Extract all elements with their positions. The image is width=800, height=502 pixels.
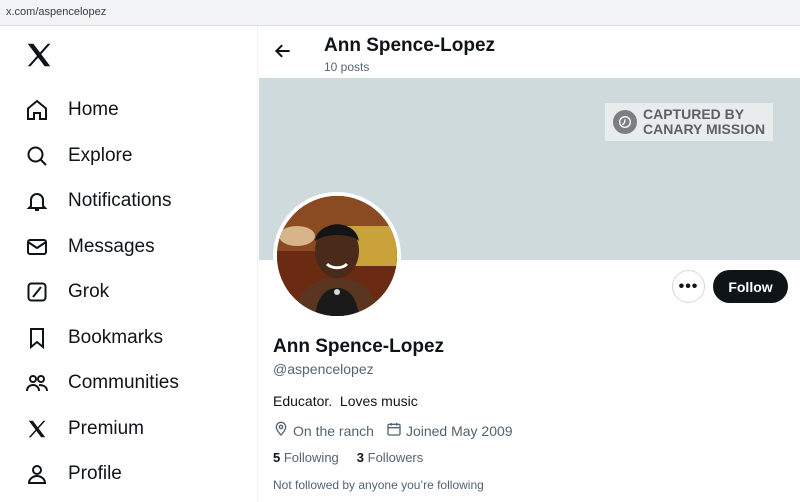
location-icon [273,421,289,440]
sidebar-item-label: Explore [68,145,133,166]
calendar-icon [386,421,402,440]
search-icon [24,143,50,169]
person-icon [24,461,50,487]
follow-counts: 5 Following 3 Followers [273,450,441,465]
sidebar-item-communities[interactable]: Communities [24,363,179,403]
post-count: 10 posts [324,60,370,74]
bell-icon [24,188,50,214]
profile-handle: @aspencelopez [273,361,374,377]
sidebar-item-label: Grok [68,281,110,302]
bookmark-icon [24,325,50,351]
profile-meta: On the ranch Joined May 2009 [273,421,525,440]
url-text[interactable]: x.com/aspencelopez [6,6,106,18]
profile-joined: Joined May 2009 [405,422,513,439]
people-icon [24,370,50,396]
browser-address-bar[interactable]: x.com/aspencelopez [0,0,800,26]
sidebar-item-profile[interactable]: Profile [24,454,122,494]
sidebar-item-label: Messages [68,236,155,257]
sidebar-item-grok[interactable]: Grok [24,272,109,312]
profile-header-bar: Ann Spence-Lopez 10 posts [259,26,800,78]
sidebar-item-label: Communities [68,372,179,393]
header-profile-name: Ann Spence-Lopez [324,35,496,56]
following-link[interactable]: 5 Following [273,450,339,465]
sidebar-item-messages[interactable]: Messages [24,227,155,267]
followers-link[interactable]: 3 Followers [357,450,423,465]
watermark-line-2: CANARY MISSION [643,121,766,137]
following-count: 5 [273,450,281,465]
mail-icon [24,234,50,260]
profile-bio: Educator. Loves music [273,393,418,409]
sidebar-item-premium[interactable]: Premium [24,409,144,449]
grok-icon [24,279,50,305]
sidebar-item-home[interactable]: Home [24,90,119,130]
watermark: CAPTURED BY CANARY MISSION [605,103,773,141]
sidebar-item-notifications[interactable]: Notifications [24,181,172,221]
sidebar-item-explore[interactable]: Explore [24,136,132,176]
x-logo-icon[interactable] [24,40,54,70]
home-icon [24,97,50,123]
sidebar-item-label: Home [68,99,119,120]
followers-label: Followers [367,450,424,465]
profile-main: Ann Spence-Lopez 10 posts CAPTURED BY CA… [259,26,800,502]
sidebar-item-label: Profile [68,463,122,484]
sidebar-item-label: Bookmarks [68,327,164,348]
profile-location: On the ranch [293,422,374,439]
following-label: Following [283,450,339,465]
profile-name: Ann Spence-Lopez [273,336,445,357]
sidebar-item-label: Notifications [68,190,172,211]
not-followed-text: Not followed by anyone you’re following [273,478,484,492]
canary-mission-logo-icon [613,110,637,134]
follow-button[interactable]: Follow [713,270,788,303]
sidebar-nav: Home Explore Notifications Messages Grok… [0,26,258,502]
followers-count: 3 [356,450,365,465]
more-options-button[interactable]: ••• [672,270,705,303]
avatar[interactable] [273,192,401,320]
sidebar-item-label: Premium [68,418,145,439]
sidebar-item-bookmarks[interactable]: Bookmarks [24,318,163,358]
back-arrow-icon[interactable] [273,41,293,61]
x-logo-icon [24,416,50,442]
watermark-line-1: CAPTURED BY [643,106,745,122]
